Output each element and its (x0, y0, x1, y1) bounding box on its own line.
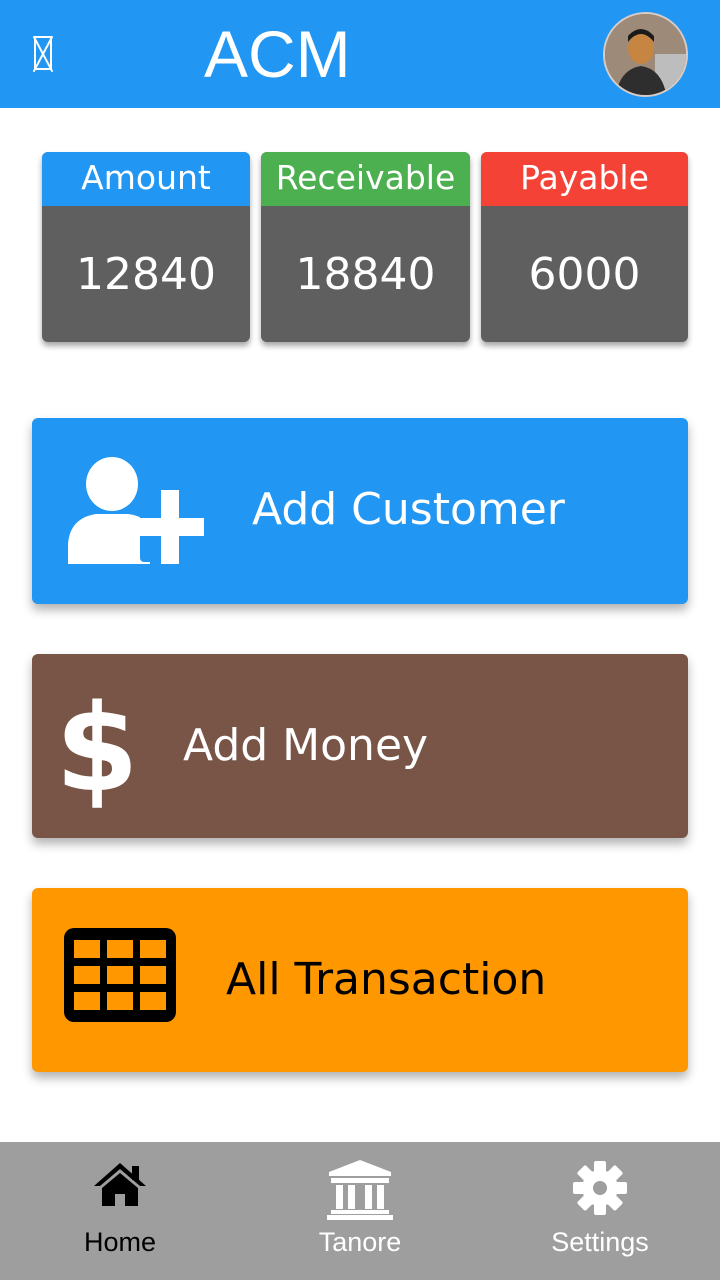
add-money-button[interactable]: $ Add Money (32, 654, 688, 838)
avatar[interactable] (603, 12, 688, 97)
all-transaction-button[interactable]: All Transaction (32, 888, 688, 1072)
nav-label-tanore: Tanore (318, 1227, 402, 1257)
dollar-icon: $ (62, 682, 132, 808)
app-bar: ACM (0, 0, 720, 108)
app-title: ACM (204, 17, 351, 91)
nav-item-home[interactable]: Home (0, 1142, 240, 1280)
nav-item-tanore[interactable]: Tanore (240, 1142, 480, 1280)
payable-card-value: 6000 (528, 249, 641, 300)
home-icon (94, 1163, 146, 1206)
payable-card: Payable 6000 (481, 152, 688, 342)
add-user-icon (68, 457, 204, 564)
nav-label-home: Home (83, 1227, 157, 1257)
user-avatar-image (605, 14, 686, 95)
add-customer-button[interactable]: Add Customer (32, 418, 688, 604)
svg-text:$: $ (62, 682, 132, 808)
menu-icon[interactable] (34, 36, 52, 70)
receivable-card-header: Receivable (261, 152, 470, 206)
amount-card-value: 12840 (76, 249, 216, 300)
all-transaction-label: All Transaction (226, 954, 547, 1005)
amount-card: Amount 12840 (42, 152, 250, 342)
payable-card-header: Payable (481, 152, 688, 206)
receivable-card-value: 18840 (295, 249, 436, 300)
bank-icon (327, 1160, 393, 1220)
nav-label-settings: Settings (551, 1227, 649, 1257)
nav-item-settings[interactable]: Settings (480, 1142, 720, 1280)
add-customer-label: Add Customer (252, 484, 565, 535)
gear-icon (573, 1161, 627, 1215)
add-money-label: Add Money (183, 720, 429, 771)
amount-card-header: Amount (42, 152, 250, 206)
app-screen: ACM Amount 12840 Receivable 18840 Payabl… (0, 0, 720, 1280)
table-icon (64, 928, 176, 1022)
bottom-navigation: Home Tanore Settings (0, 1142, 720, 1280)
receivable-card: Receivable 18840 (261, 152, 470, 342)
